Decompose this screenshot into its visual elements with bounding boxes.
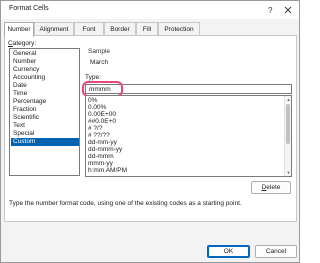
- tab-fill[interactable]: Fill: [136, 22, 158, 36]
- category-item-date[interactable]: Date: [11, 82, 79, 90]
- help-glyph: ?: [268, 6, 273, 15]
- scroll-up-arrow-icon[interactable]: ▲: [286, 97, 291, 102]
- sample-value: March: [90, 59, 109, 66]
- help-button[interactable]: ?: [262, 3, 278, 17]
- category-item-currency[interactable]: Currency: [11, 66, 79, 74]
- close-icon: [284, 6, 292, 14]
- tab-number[interactable]: Number: [4, 22, 34, 37]
- category-list[interactable]: General Number Currency Accounting Date …: [9, 48, 80, 176]
- help-icon: ?: [268, 6, 273, 15]
- format-list-scrollbar[interactable]: ▲ ▼: [284, 96, 291, 176]
- category-item-percentage[interactable]: Percentage: [11, 98, 79, 106]
- format-code-list[interactable]: 0% 0.00% 0.00E+00 ##0.0E+0 # ?/? # ??/??…: [85, 95, 292, 177]
- category-item-general[interactable]: General: [11, 50, 79, 58]
- category-item-scientific[interactable]: Scientific: [11, 114, 79, 122]
- format-item[interactable]: h:mm AM/PM: [88, 167, 127, 175]
- type-label: Type:: [85, 74, 101, 81]
- delete-button[interactable]: Delete: [251, 181, 291, 194]
- title-bar: Format Cells ?: [1, 1, 299, 19]
- scroll-down-arrow-icon[interactable]: ▼: [286, 170, 291, 175]
- scrollbar-thumb[interactable]: [286, 104, 290, 144]
- format-hint-text: Type the number format code, using one o…: [9, 200, 242, 207]
- category-label-rest: ategory:: [12, 40, 37, 47]
- category-item-number[interactable]: Number: [11, 58, 79, 66]
- type-input[interactable]: mmmm: [85, 84, 292, 94]
- ok-button[interactable]: OK: [207, 245, 250, 258]
- category-item-accounting[interactable]: Accounting: [11, 74, 79, 82]
- tab-strip: Number Alignment Font Border Fill Protec…: [4, 22, 298, 37]
- category-label: Category:: [8, 40, 37, 47]
- category-item-special[interactable]: Special: [11, 130, 79, 138]
- tab-font[interactable]: Font: [74, 22, 104, 36]
- sample-label: Sample: [88, 48, 111, 55]
- dialog-title: Format Cells: [9, 5, 49, 12]
- type-input-value: mmmm: [89, 86, 111, 93]
- cancel-button[interactable]: Cancel: [255, 245, 297, 258]
- tab-protection[interactable]: Protection: [158, 22, 200, 36]
- format-cells-dialog: Format Cells ? Number Alignment Font Bor…: [0, 0, 300, 263]
- tab-border[interactable]: Border: [104, 22, 136, 36]
- category-item-custom[interactable]: Custom: [11, 138, 79, 146]
- close-button[interactable]: [280, 3, 296, 17]
- tab-alignment[interactable]: Alignment: [34, 22, 74, 36]
- category-item-fraction[interactable]: Fraction: [11, 106, 79, 114]
- category-item-text[interactable]: Text: [11, 122, 79, 130]
- delete-button-label: elete: [266, 184, 281, 191]
- sample-box: March: [86, 56, 291, 69]
- category-item-time[interactable]: Time: [11, 90, 79, 98]
